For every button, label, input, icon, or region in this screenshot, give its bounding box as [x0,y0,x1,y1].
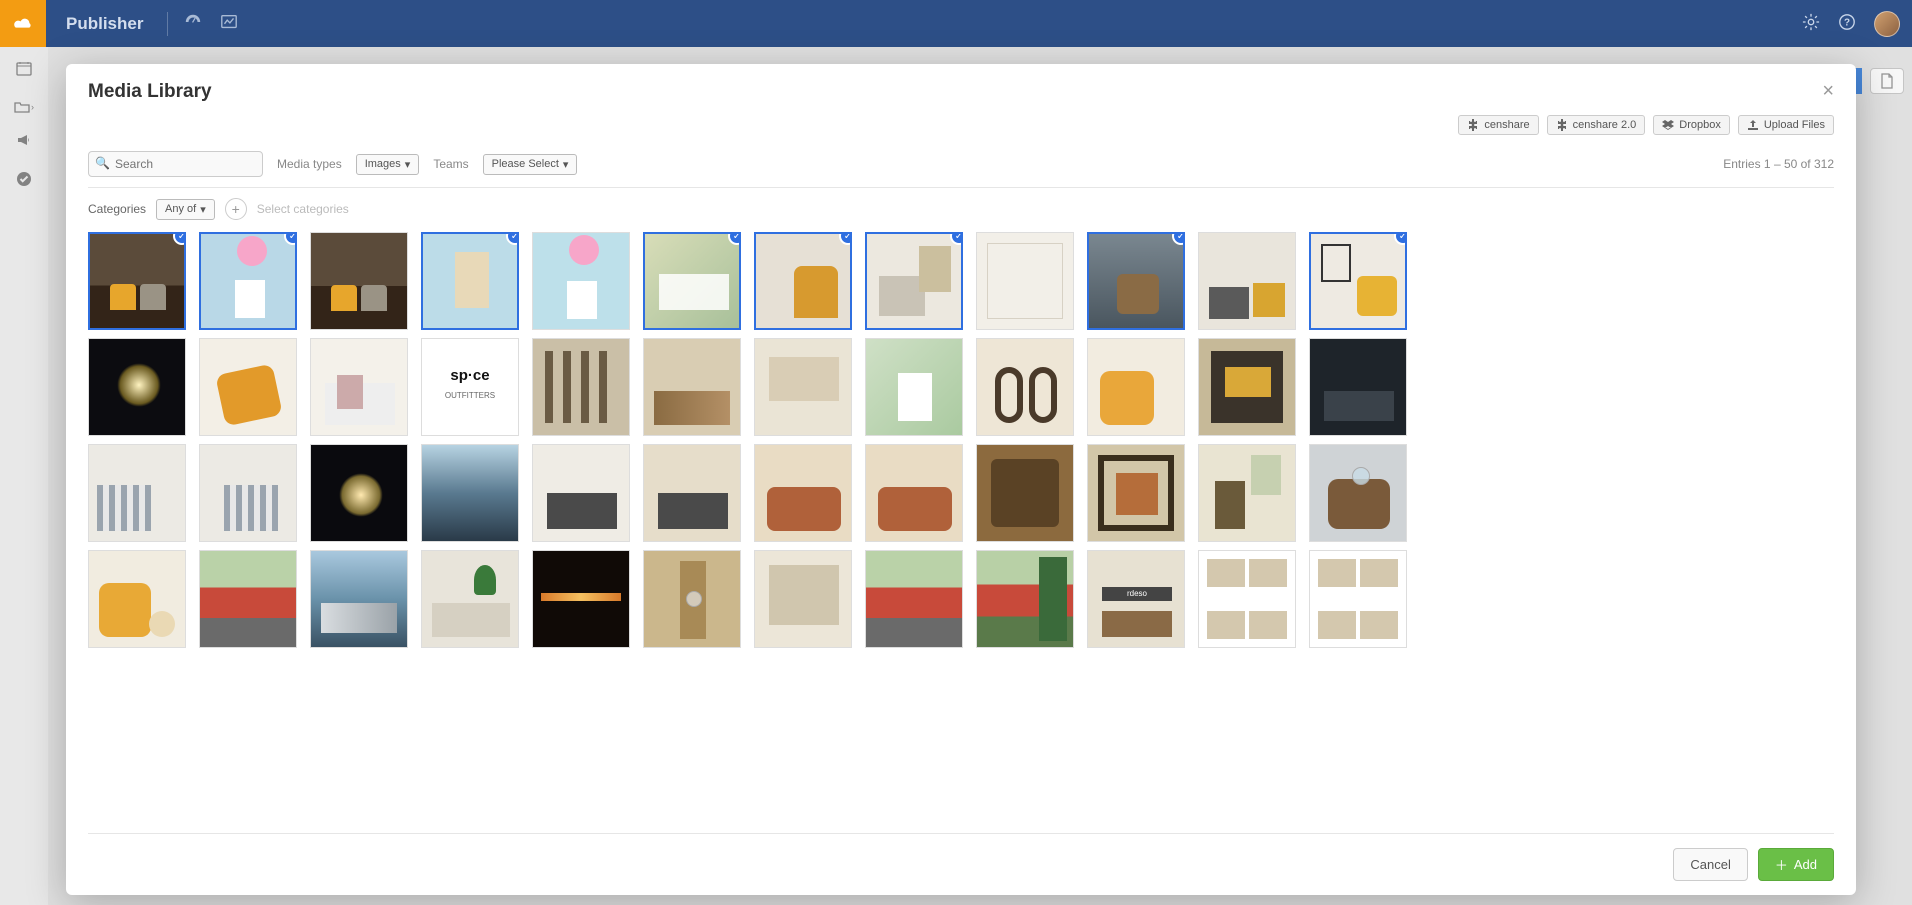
chip-label: censhare [1484,119,1529,131]
media-thumbnail[interactable]: ✓ [1087,232,1185,330]
media-thumbnail[interactable] [310,338,408,436]
media-thumbnail[interactable] [199,444,297,542]
analytics-icon[interactable] [220,13,238,34]
categories-label: Categories [88,202,146,216]
settings-icon[interactable] [1802,13,1820,34]
media-thumbnail[interactable] [754,338,852,436]
media-thumbnail[interactable]: sp·ceOUTFITTERS [421,338,519,436]
media-thumbnail[interactable] [865,444,963,542]
help-icon[interactable]: ? [1838,13,1856,34]
media-thumbnail[interactable] [1309,444,1407,542]
media-thumbnail[interactable]: ✓ [199,232,297,330]
media-thumbnail[interactable]: ✓ [1309,232,1407,330]
source-chip[interactable]: censhare 2.0 [1547,115,1646,135]
add-label: Add [1794,857,1817,872]
source-chip[interactable]: censhare [1458,115,1538,135]
media-thumbnail[interactable] [643,550,741,648]
plus-icon: ＋ [1775,855,1788,874]
entries-text: Entries 1 – 50 of 312 [1723,157,1834,171]
search-icon: 🔍 [95,156,110,170]
cancel-button[interactable]: Cancel [1673,848,1747,881]
media-thumbnail[interactable] [976,550,1074,648]
media-thumbnail[interactable] [976,232,1074,330]
media-grid: ✓✓✓✓✓✓✓✓sp·ceOUTFITTERSrdeso [66,226,1856,833]
media-types-select[interactable]: Images ▾ [356,154,420,175]
media-thumbnail[interactable] [865,550,963,648]
media-thumbnail[interactable] [532,232,630,330]
media-thumbnail[interactable] [1198,232,1296,330]
media-thumbnail[interactable]: ✓ [421,232,519,330]
media-thumbnail[interactable] [1309,338,1407,436]
media-thumbnail[interactable] [199,338,297,436]
app-logo[interactable] [0,0,46,47]
media-thumbnail[interactable] [643,338,741,436]
media-thumbnail[interactable] [88,444,186,542]
source-chip[interactable]: Dropbox [1653,115,1730,135]
media-thumbnail[interactable]: rdeso [1087,550,1185,648]
modal-footer: Cancel ＋ Add [88,833,1834,895]
source-row: censhare censhare 2.0 Dropbox Upload Files [66,111,1856,145]
svg-text:?: ? [1844,18,1850,29]
dashboard-icon[interactable] [184,13,202,34]
chip-label: censhare 2.0 [1573,119,1637,131]
media-thumbnail[interactable] [1198,338,1296,436]
add-button[interactable]: ＋ Add [1758,848,1834,881]
media-library-modal: Media Library × censhare censhare 2.0 Drop… [66,64,1856,895]
chevron-down-icon: ▾ [405,158,411,171]
add-category-button[interactable]: + [225,198,247,220]
filter-row: 🔍 Media types Images ▾ Teams Please Sele… [88,145,1834,188]
media-types-label: Media types [277,157,342,171]
media-thumbnail[interactable] [1087,338,1185,436]
media-thumbnail[interactable] [310,550,408,648]
media-thumbnail[interactable] [976,338,1074,436]
media-thumbnail[interactable] [532,338,630,436]
media-thumbnail[interactable] [1198,550,1296,648]
media-thumbnail[interactable] [532,550,630,648]
teams-select[interactable]: Please Select ▾ [483,154,578,175]
media-thumbnail[interactable] [754,550,852,648]
media-thumbnail[interactable] [643,444,741,542]
search-input[interactable] [88,151,263,177]
media-thumbnail[interactable] [865,338,963,436]
categories-placeholder: Select categories [257,202,349,216]
media-thumbnail[interactable] [310,444,408,542]
media-thumbnail[interactable] [754,444,852,542]
modal-title: Media Library [88,81,212,103]
close-icon[interactable]: × [1822,80,1834,103]
teams-value: Please Select [492,158,559,170]
chip-label: Dropbox [1679,119,1721,131]
media-thumbnail[interactable] [1309,550,1407,648]
media-types-value: Images [365,158,401,170]
media-thumbnail[interactable] [88,550,186,648]
categories-mode-select[interactable]: Any of ▾ [156,199,215,220]
media-thumbnail[interactable] [976,444,1074,542]
chip-label: Upload Files [1764,119,1825,131]
avatar[interactable] [1874,11,1900,37]
topbar: Publisher ? [0,0,1912,47]
chevron-down-icon: ▾ [563,158,569,171]
media-thumbnail[interactable]: ✓ [88,232,186,330]
media-thumbnail[interactable]: ✓ [643,232,741,330]
media-thumbnail[interactable] [421,550,519,648]
teams-label: Teams [433,157,468,171]
media-thumbnail[interactable] [1087,444,1185,542]
media-thumbnail[interactable] [421,444,519,542]
media-thumbnail[interactable] [532,444,630,542]
media-thumbnail[interactable]: ✓ [754,232,852,330]
categories-row: Categories Any of ▾ + Select categories [88,188,1834,226]
divider [167,12,168,36]
media-thumbnail[interactable] [88,338,186,436]
media-thumbnail[interactable]: ✓ [865,232,963,330]
cloud-icon [12,16,34,32]
media-thumbnail[interactable] [310,232,408,330]
media-thumbnail[interactable] [199,550,297,648]
brand-name: Publisher [66,14,143,34]
source-chip[interactable]: Upload Files [1738,115,1834,135]
chevron-down-icon: ▾ [200,203,206,216]
categories-mode-value: Any of [165,203,196,215]
media-thumbnail[interactable] [1198,444,1296,542]
